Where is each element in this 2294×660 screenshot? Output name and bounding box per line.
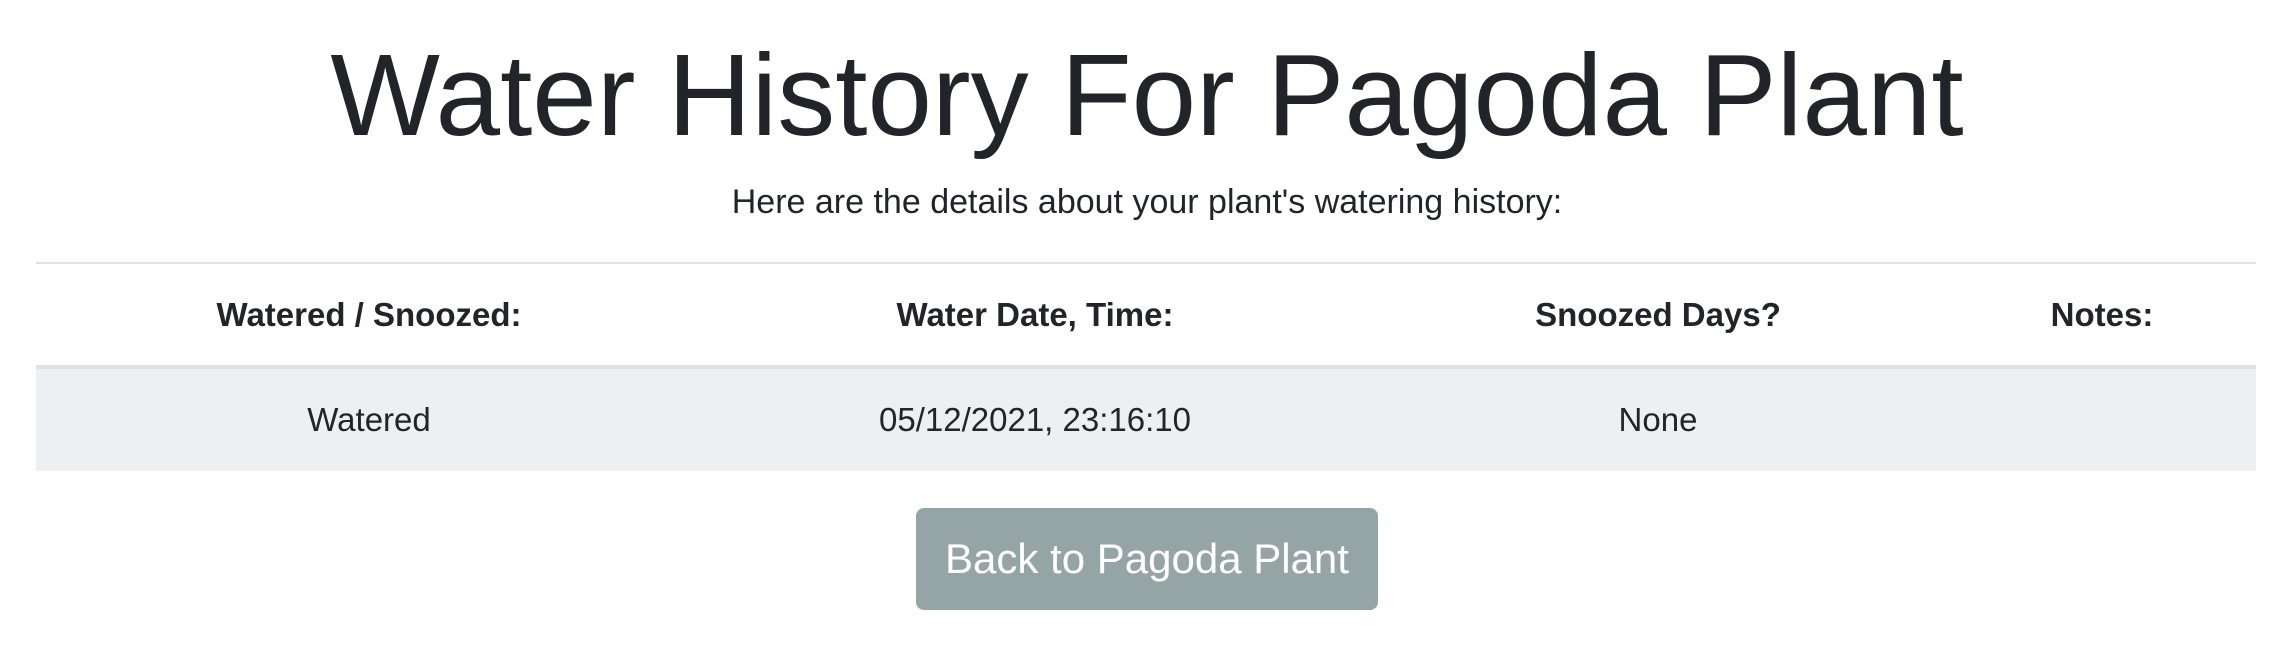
back-to-plant-button[interactable]: Back to Pagoda Plant xyxy=(916,508,1378,610)
water-history-table-container: Watered / Snoozed: Water Date, Time: Sno… xyxy=(36,262,2256,471)
page-title: Water History For Pagoda Plant xyxy=(330,30,1964,160)
cell-snoozed-days: None xyxy=(1618,401,1698,438)
header-water-date-time: Water Date, Time: xyxy=(896,295,1174,333)
header-watered-snoozed: Watered / Snoozed: xyxy=(216,295,522,333)
cell-notes xyxy=(1948,367,2256,471)
water-history-table: Watered / Snoozed: Water Date, Time: Sno… xyxy=(36,262,2256,471)
table-body: Watered 05/12/2021, 23:16:10 None xyxy=(36,367,2256,471)
header-notes: Notes: xyxy=(2050,295,2154,333)
header-snoozed-days: Snoozed Days? xyxy=(1535,295,1781,333)
table-header-row: Watered / Snoozed: Water Date, Time: Sno… xyxy=(36,263,2256,367)
table-header: Watered / Snoozed: Water Date, Time: Sno… xyxy=(36,263,2256,367)
actions: Back to Pagoda Plant xyxy=(0,508,2294,610)
cell-water-date-time: 05/12/2021, 23:16:10 xyxy=(879,401,1191,438)
cell-watered-snoozed: Watered xyxy=(307,401,431,438)
page-subtitle: Here are the details about your plant's … xyxy=(731,183,1563,221)
table-row: Watered 05/12/2021, 23:16:10 None xyxy=(36,367,2256,471)
page: Water History For Pagoda Plant Here are … xyxy=(0,0,2294,660)
